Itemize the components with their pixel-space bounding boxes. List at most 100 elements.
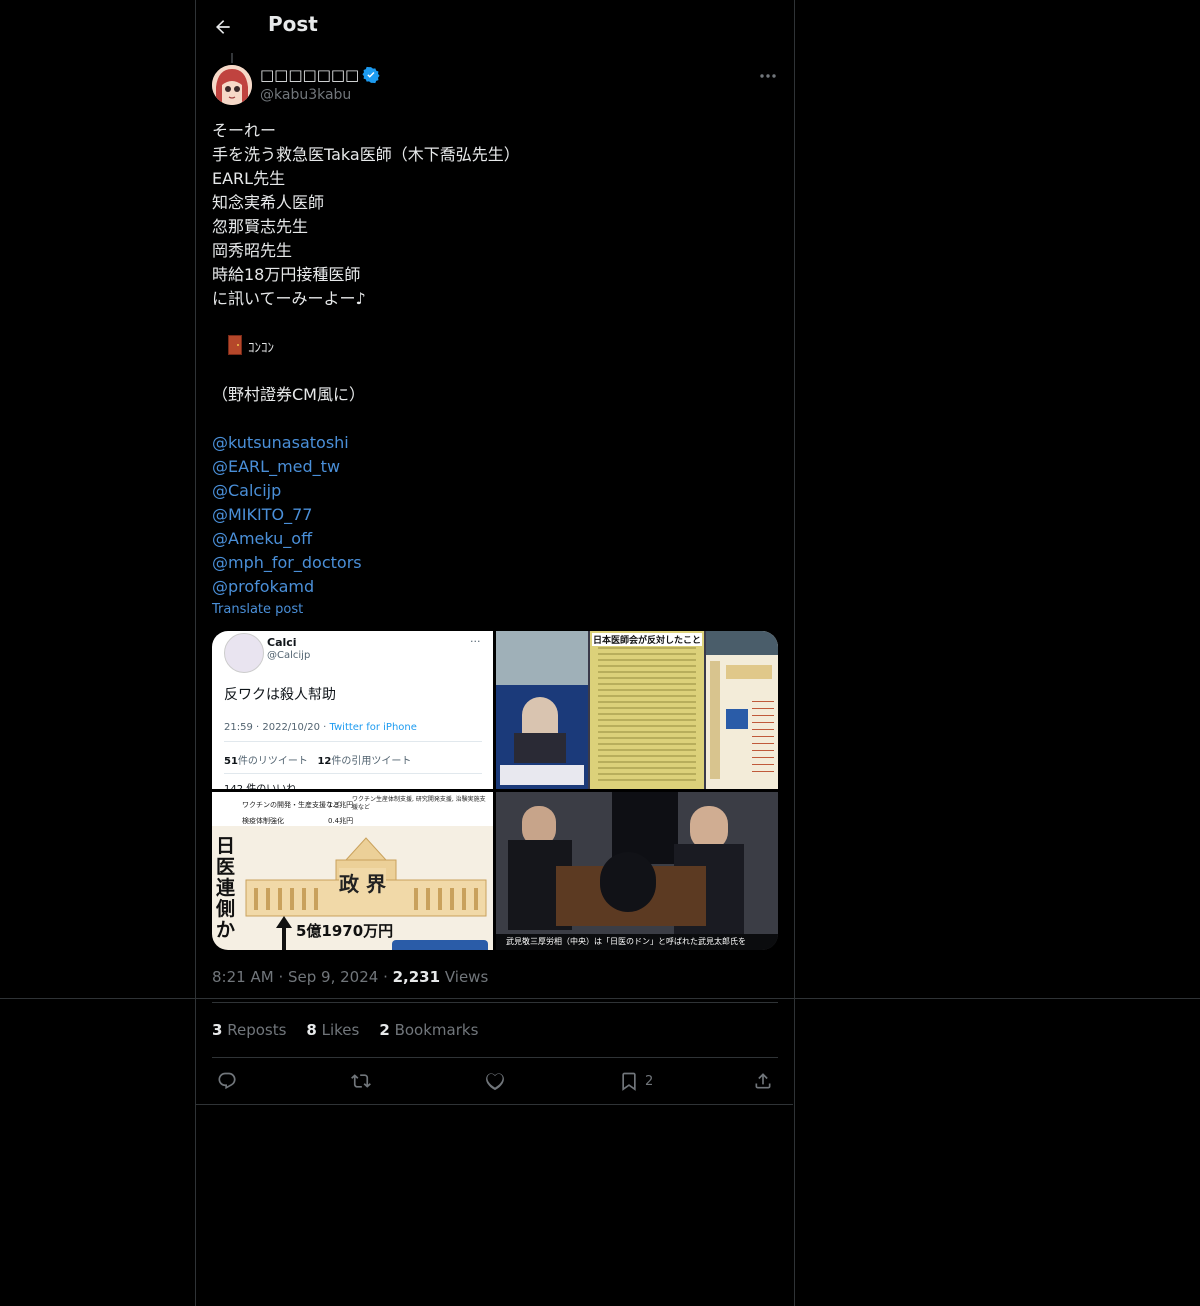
divider (196, 1104, 793, 1105)
collage-headline: 日本医師会が反対したこと (592, 633, 702, 646)
diagram-amount: 5億1970万円 (296, 922, 394, 940)
bookmark-icon (622, 1072, 636, 1091)
post-meta: 8:21 AM · Sep 9, 2024 · 2,231 Views (212, 968, 488, 986)
post-line: 岡秀昭先生 (212, 241, 293, 260)
mention-link[interactable]: @MIKITO_77 (212, 503, 778, 527)
reply-icon (218, 1072, 236, 1090)
embedded-divider (224, 741, 482, 742)
verified-badge-icon (362, 66, 380, 84)
diagram-center-label: 政 界 (339, 868, 386, 897)
author-name-row[interactable]: □□□□□□□ (260, 66, 380, 84)
embedded-quotes-count: 12 (317, 756, 332, 767)
bookmark-button[interactable]: 2 (619, 1070, 653, 1092)
divider (0, 998, 1200, 999)
likes-stat[interactable]: 8 Likes (306, 1021, 359, 1039)
embedded-time: 21:59 · 2022/10/20 · (224, 722, 330, 733)
diagram-row1-label: ワクチンの開発・生産支援など (242, 801, 340, 809)
mention-link[interactable]: @Calcijp (212, 479, 778, 503)
media-image-2[interactable]: 日本医師会が反対したこと (496, 631, 778, 789)
embedded-retweets-label: 件のリツイート (237, 756, 308, 767)
post-line: に訊いてーみーよー♪ (212, 289, 366, 308)
repost-icon (351, 1074, 371, 1088)
bookmarks-count: 2 (379, 1021, 390, 1039)
repost-button[interactable] (351, 1070, 371, 1092)
mention-link[interactable]: @profokamd (212, 575, 778, 599)
back-button[interactable] (211, 14, 235, 40)
diagram-box (392, 940, 488, 950)
reposts-count: 3 (212, 1021, 223, 1039)
mention-link[interactable]: @Ameku_off (212, 527, 778, 551)
reposts-stat[interactable]: 3 Reposts (212, 1021, 286, 1039)
diagram-row1-value: 1.3兆円 (328, 801, 354, 809)
embedded-time-row: 21:59 · 2022/10/20 · Twitter for iPhone (224, 722, 417, 733)
mention-link[interactable]: @EARL_med_tw (212, 455, 778, 479)
media-grid: Calci @Calcijp ··· 反ワクは殺人幇助 21:59 · 2022… (212, 631, 778, 950)
bookmarks-label: Bookmarks (394, 1021, 479, 1039)
dot-separator: · (383, 968, 393, 986)
avatar-illustration (212, 65, 252, 105)
embedded-name: Calci (267, 636, 297, 649)
embedded-retweets-count: 51 (224, 756, 238, 767)
author-name[interactable]: □□□□□□□ (260, 66, 359, 84)
thread-line (231, 53, 233, 63)
post-line: 知念実希人医師 (212, 193, 325, 212)
diagram-row2-label: 検疫体制強化 (242, 817, 284, 825)
share-icon (755, 1073, 771, 1089)
diagram-row1-note: ワクチン生産体制支援, 研究開発支援, 治験実施支援など (352, 796, 486, 811)
avatar[interactable] (212, 65, 252, 105)
share-button[interactable] (753, 1070, 773, 1092)
bookmark-count: 2 (645, 1073, 654, 1089)
views-count: 2,231 (392, 968, 441, 986)
dot-separator: · (278, 968, 288, 986)
collage-document (496, 631, 588, 685)
mention-link[interactable]: @kutsunasatoshi (212, 431, 778, 455)
post-body: そーれー 手を洗う救急医Taka医師（木下喬弘先生） EARL先生 知念実希人医… (212, 119, 778, 599)
more-icon (760, 74, 776, 78)
media-image-4[interactable]: 武見敬三厚労相（中央）は「日医のドン」と呼ばれた武見太郎氏を (496, 792, 778, 950)
reply-button[interactable] (217, 1070, 237, 1092)
knock-text: ｺﾝｺﾝ (248, 341, 274, 356)
post-line: 時給18万円接種医師 (212, 265, 361, 284)
like-button[interactable] (485, 1070, 505, 1092)
post-line: 忽那賢志先生 (212, 217, 309, 236)
translate-post-link[interactable]: Translate post (212, 602, 303, 617)
heart-icon (486, 1073, 504, 1091)
author-handle[interactable]: @kabu3kabu (260, 87, 351, 103)
collage-diagram (706, 631, 778, 789)
door-icon (228, 335, 242, 355)
views-label: Views (444, 968, 489, 986)
post-line: 手を洗う救急医Taka医師（木下喬弘先生） (212, 145, 520, 164)
embedded-text: 反ワクは殺人幇助 (224, 687, 336, 703)
media-image-1[interactable]: Calci @Calcijp ··· 反ワクは殺人幇助 21:59 · 2022… (212, 631, 493, 789)
arrow-left-icon (216, 20, 230, 34)
embedded-likes: 142 件のいいね (224, 780, 296, 789)
collage-list: 日本医師会が反対したこと (590, 631, 704, 789)
engagement-stats: 3 Reposts 8 Likes 2 Bookmarks (212, 1021, 478, 1039)
post-line: EARL先生 (212, 169, 286, 188)
diagram-table: ワクチンの開発・生産支援など 1.3兆円 ワクチン生産体制支援, 研究開発支援,… (212, 792, 493, 826)
page-title: Post (268, 12, 318, 36)
mention-link[interactable]: @mph_for_doctors (212, 551, 778, 575)
diagram-row2-value: 0.4兆円 (328, 817, 354, 825)
reposts-label: Reposts (227, 1021, 287, 1039)
knock-line: ｺﾝｺﾝ (212, 335, 778, 359)
likes-label: Likes (321, 1021, 360, 1039)
embedded-counts: 51件のリツイート 12件の引用ツイート (224, 752, 411, 767)
post-line: そーれー (212, 121, 277, 140)
post-time[interactable]: 8:21 AM (212, 968, 274, 986)
likes-count: 8 (306, 1021, 317, 1039)
collage-press-photo (496, 685, 588, 789)
photo-caption: 武見敬三厚労相（中央）は「日医のドン」と呼ばれた武見太郎氏を (496, 934, 778, 950)
more-options-button[interactable] (758, 68, 778, 84)
embedded-avatar (224, 633, 264, 673)
post-date[interactable]: Sep 9, 2024 (288, 968, 378, 986)
bookmarks-stat[interactable]: 2 Bookmarks (379, 1021, 478, 1039)
embedded-more-icon: ··· (470, 635, 481, 648)
embedded-divider (224, 773, 482, 774)
divider (212, 1002, 778, 1003)
media-image-3[interactable]: ワクチンの開発・生産支援など 1.3兆円 ワクチン生産体制支援, 研究開発支援,… (212, 792, 493, 950)
embedded-handle: @Calcijp (267, 650, 311, 661)
